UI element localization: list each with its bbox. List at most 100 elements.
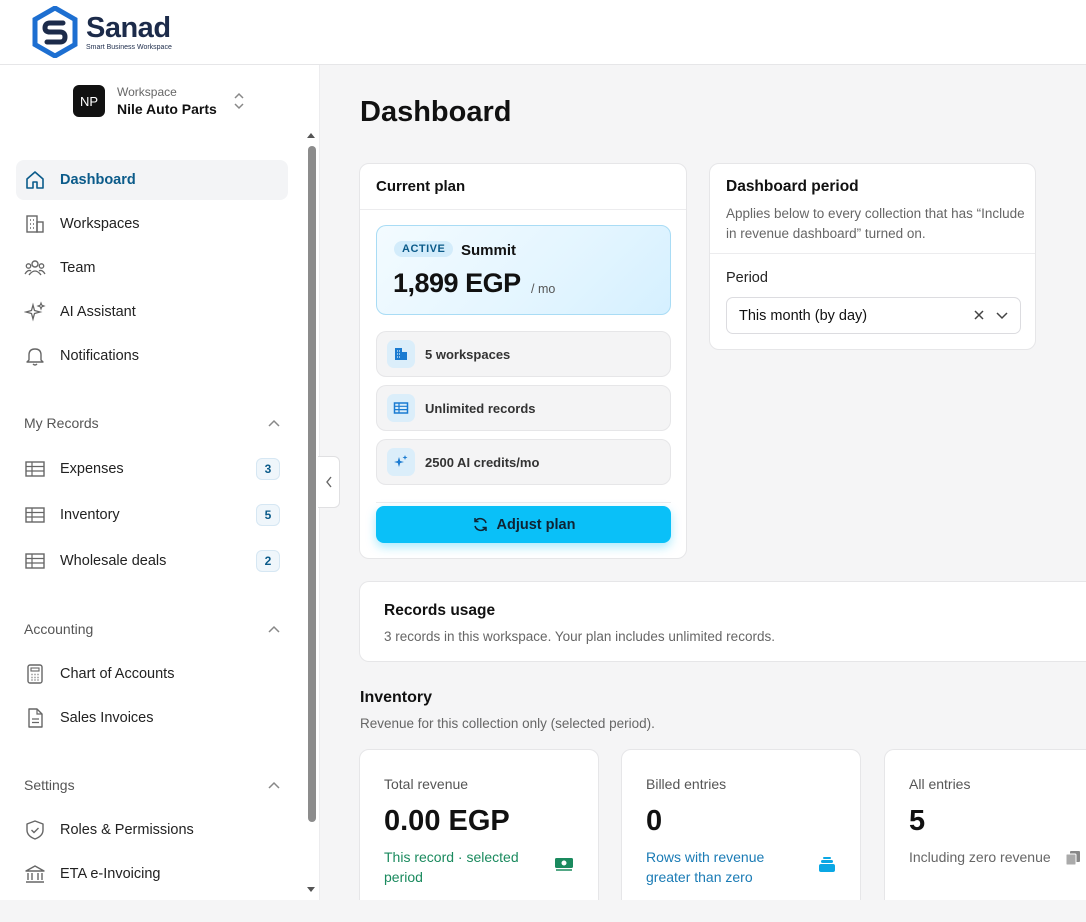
page-title: Dashboard <box>360 96 512 128</box>
sidebar-item-label: Roles & Permissions <box>60 822 194 838</box>
sidebar: NP Workspace Nile Auto Parts Dashboard W… <box>0 65 320 900</box>
section-title: My Records <box>24 415 99 431</box>
status-badge: ACTIVE <box>394 241 454 257</box>
period-card-description: Applies below to every collection that h… <box>726 206 1025 241</box>
table-icon <box>24 550 46 572</box>
buildings-icon <box>387 340 415 368</box>
sidebar-item-sales-invoices[interactable]: Sales Invoices <box>16 698 288 738</box>
sidebar-item-roles-permissions[interactable]: Roles & Permissions <box>16 810 288 850</box>
stat-label: Total revenue <box>384 776 469 792</box>
chevron-down-icon[interactable] <box>996 310 1008 320</box>
workspace-label: Workspace <box>117 85 177 99</box>
table-icon <box>24 458 46 480</box>
sidebar-item-wholesale-deals[interactable]: Wholesale deals 2 <box>16 541 288 581</box>
stat-value: 0 <box>646 805 663 837</box>
plan-feature-label: 5 workspaces <box>425 346 511 362</box>
section-my-records[interactable]: My Records <box>24 415 280 431</box>
sidebar-scrollbar[interactable] <box>308 146 316 822</box>
count-badge: 5 <box>256 504 280 526</box>
sidebar-item-label: Chart of Accounts <box>60 666 175 682</box>
sidebar-item-team[interactable]: Team <box>16 248 288 288</box>
plan-feature-ai-credits: 2500 AI credits/mo <box>376 439 671 485</box>
calculator-icon <box>24 663 46 685</box>
stat-label: Billed entries <box>646 776 727 792</box>
sidebar-item-label: Expenses <box>60 461 124 477</box>
plan-feature-workspaces: 5 workspaces <box>376 331 671 377</box>
adjust-plan-label: Adjust plan <box>496 516 576 533</box>
refresh-icon <box>473 517 487 532</box>
sidebar-item-label: Sales Invoices <box>60 710 154 726</box>
sparkles-icon <box>24 301 46 323</box>
plan-price-unit: / mo <box>531 282 556 296</box>
money-icon <box>555 858 573 871</box>
plan-feature-label: Unlimited records <box>425 400 536 416</box>
collapse-sidebar-button[interactable] <box>318 456 340 508</box>
sidebar-item-label: Inventory <box>60 507 120 523</box>
sidebar-item-label: Workspaces <box>60 216 140 232</box>
usage-description: 3 records in this workspace. Your plan i… <box>384 629 775 644</box>
table-icon <box>24 504 46 526</box>
sidebar-item-label: ETA e-Invoicing <box>60 866 161 882</box>
workspace-name: Nile Auto Parts <box>117 101 217 117</box>
chevron-up-icon <box>268 781 280 789</box>
sidebar-item-expenses[interactable]: Expenses 3 <box>16 449 288 489</box>
section-settings[interactable]: Settings <box>24 777 280 793</box>
plan-summary: ACTIVE Summit 1,899 EGP / mo <box>376 225 671 315</box>
period-select[interactable]: This month (by day) <box>726 297 1021 334</box>
bell-icon <box>24 345 46 367</box>
document-icon <box>24 707 46 729</box>
bank-icon <box>24 863 46 885</box>
sanad-logo-icon <box>32 6 78 58</box>
stat-card-billed-entries: Billed entries 0 Rows with revenue great… <box>621 749 861 919</box>
brand-tagline: Smart Business Workspace <box>86 44 172 51</box>
plan-name: Summit <box>461 242 517 259</box>
divider <box>710 253 1035 254</box>
copy-icon <box>1065 851 1080 866</box>
stat-note: Rows with revenue greater than zero <box>646 849 765 885</box>
sidebar-item-eta-e-invoicing[interactable]: ETA e-Invoicing <box>16 854 288 894</box>
sidebar-item-workspaces[interactable]: Workspaces <box>16 204 288 244</box>
stat-value: 5 <box>909 805 926 837</box>
brand-name: Sanad <box>86 12 171 44</box>
stat-card-all-entries: All entries 5 Including zero revenue <box>884 749 1086 919</box>
stat-card-total-revenue: Total revenue 0.00 EGP This record · sel… <box>359 749 599 919</box>
logo[interactable]: Sanad Smart Business Workspace <box>32 6 172 58</box>
stat-label: All entries <box>909 776 971 792</box>
adjust-plan-button[interactable]: Adjust plan <box>376 506 671 543</box>
home-icon <box>24 169 46 191</box>
sidebar-item-label: Dashboard <box>60 172 136 188</box>
stat-value: 0.00 EGP <box>384 805 510 837</box>
records-usage-card: Records usage 3 records in this workspac… <box>359 581 1086 662</box>
sidebar-item-notifications[interactable]: Notifications <box>16 336 288 376</box>
sparkles-icon <box>387 448 415 476</box>
sidebar-item-chart-of-accounts[interactable]: Chart of Accounts <box>16 654 288 694</box>
chevron-left-icon <box>325 476 332 488</box>
sidebar-item-ai-assistant[interactable]: AI Assistant <box>16 292 288 332</box>
plan-price: 1,899 EGP <box>393 268 521 298</box>
sidebar-item-label: Wholesale deals <box>60 553 167 569</box>
clear-icon[interactable] <box>972 308 986 322</box>
chevron-up-icon <box>268 625 280 633</box>
table-icon <box>387 394 415 422</box>
scroll-down-arrow[interactable] <box>307 887 315 892</box>
stat-note: Including zero revenue <box>909 849 1051 865</box>
building-icon <box>24 213 46 235</box>
team-icon <box>24 257 46 279</box>
inventory-section-description: Revenue for this collection only (select… <box>360 716 655 731</box>
plan-card-title: Current plan <box>360 164 686 210</box>
current-plan-card: Current plan ACTIVE Summit 1,899 EGP / m… <box>359 163 687 559</box>
stat-note: This record · selected period <box>384 849 519 885</box>
workspace-switcher[interactable]: NP Workspace Nile Auto Parts <box>73 85 245 117</box>
period-card-title: Dashboard period <box>726 178 859 195</box>
workspace-avatar: NP <box>73 85 105 117</box>
sidebar-item-inventory[interactable]: Inventory 5 <box>16 495 288 535</box>
section-title: Settings <box>24 777 75 793</box>
sidebar-item-dashboard[interactable]: Dashboard <box>16 160 288 200</box>
scroll-up-arrow[interactable] <box>307 133 315 138</box>
usage-title: Records usage <box>384 602 496 619</box>
section-accounting[interactable]: Accounting <box>24 621 280 637</box>
chevron-up-down-icon <box>234 92 244 110</box>
inventory-section-title: Inventory <box>360 689 433 706</box>
period-field-label: Period <box>726 270 768 286</box>
sidebar-item-label: AI Assistant <box>60 304 136 320</box>
